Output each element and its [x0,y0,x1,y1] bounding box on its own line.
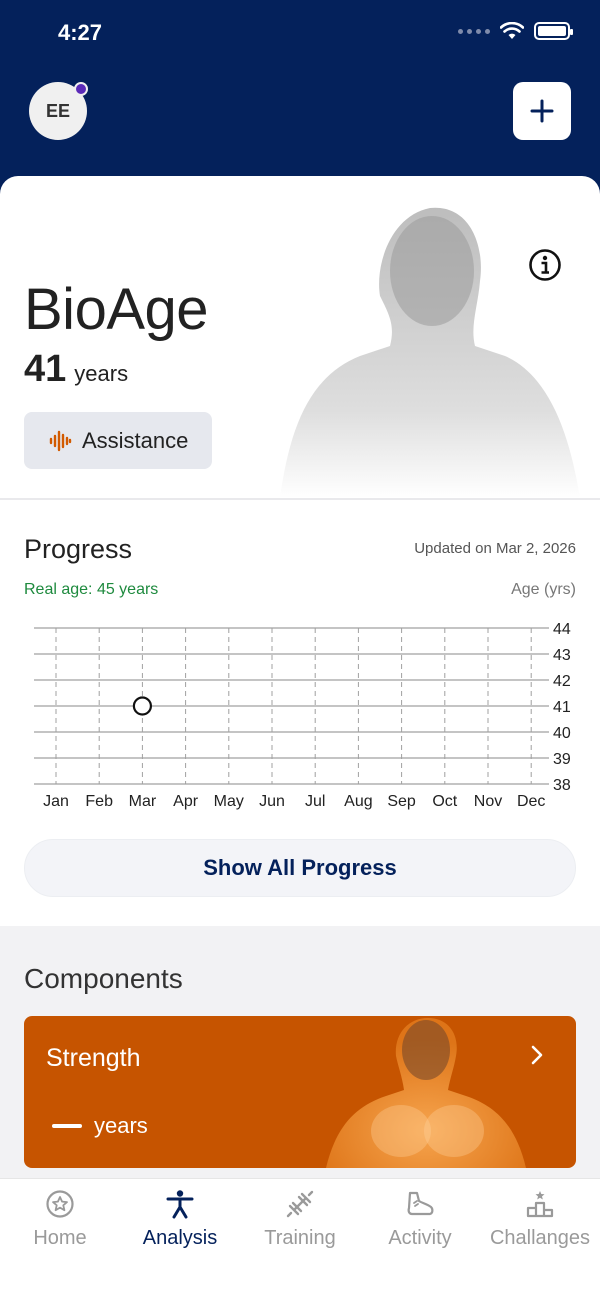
signal-icon [458,28,490,34]
y-tick-label: 38 [553,777,571,794]
progress-card: Progress Updated on Mar 2, 2026 Real age… [0,500,600,926]
x-tick-label: Jan [43,793,69,810]
x-tick-label: Dec [517,793,545,810]
progress-chart: 44 43 42 41 40 39 38 Jan Feb Mar Apr May Jun Jul Aug Se… [34,621,571,810]
tab-training[interactable]: Training [240,1179,360,1259]
status-icons [458,22,573,40]
strength-value: years [52,1113,148,1139]
bioage-unit: years [74,361,129,386]
hero-person-image [280,207,580,498]
add-button[interactable] [513,82,571,140]
wifi-icon [500,22,524,39]
top-header: 4:27 EE [0,0,600,200]
tab-label: Analysis [142,1227,218,1249]
strength-label: Strength [46,1044,141,1072]
star-badge-icon [46,1190,74,1218]
bioage-number: 41 [24,348,67,390]
x-tick-label: Apr [173,793,199,810]
y-tick-label: 41 [553,699,571,716]
assistance-label: Assistance [82,427,189,453]
x-tick-label: Aug [344,793,372,810]
x-tick-label: Jul [305,793,325,810]
progress-title: Progress [24,534,133,564]
y-tick-label: 42 [553,673,571,690]
x-tick-label: Jun [259,793,285,810]
battery-icon [534,22,573,40]
real-age-label: Real age: 45 years [24,581,159,598]
dumbbell-icon [286,1190,314,1218]
chevron-right-icon [531,1045,543,1065]
updated-date: Updated on Mar 2, 2026 [414,540,576,557]
y-tick-label: 39 [553,751,571,768]
x-tick-label: Nov [474,793,502,810]
status-time: 4:27 [58,20,103,45]
show-all-progress-button[interactable]: Show All Progress [24,839,576,897]
strength-muscle-image [326,1018,526,1168]
person-icon [166,1190,194,1219]
tab-analysis[interactable]: Analysis [120,1179,240,1259]
tab-label: Home [33,1227,87,1249]
avatar-initials: EE [45,100,70,121]
tab-label: Training [264,1227,336,1249]
data-point [132,696,152,716]
bioage-title: BioAge [24,277,209,342]
x-tick-label: Sep [387,793,416,810]
x-tick-label: Mar [129,793,157,810]
tab-bar: Home Analysis Training Activity Challang… [0,1178,600,1299]
y-tick-label: 40 [553,725,571,742]
tab-label: Activity [388,1227,452,1249]
tab-challanges[interactable]: Challanges [480,1179,600,1259]
bioage-value: 41 years [24,348,128,391]
x-tick-label: Oct [432,793,457,810]
tab-home[interactable]: Home [0,1179,120,1259]
x-tick-label: May [214,793,244,810]
tab-activity[interactable]: Activity [360,1179,480,1259]
bioage-card: BioAge 41 years Assistance [0,176,600,498]
y-tick-label: 43 [553,647,571,664]
info-icon[interactable] [528,248,562,282]
assistance-button[interactable]: Assistance [24,412,212,469]
y-tick-label: 44 [553,621,571,638]
x-tick-label: Feb [85,793,113,810]
plus-icon [530,99,554,123]
soundwave-icon [49,430,72,451]
strength-unit: years [94,1113,148,1138]
y-axis-label: Age (yrs) [511,581,576,598]
notification-dot [74,82,88,96]
components-title: Components [24,963,183,994]
avatar[interactable]: EE [29,82,88,140]
tab-label: Challanges [489,1227,591,1249]
strength-card[interactable]: Strength years [24,1016,576,1168]
empty-value-dash [52,1124,82,1128]
shoe-icon [407,1191,434,1216]
podium-icon [526,1191,554,1218]
